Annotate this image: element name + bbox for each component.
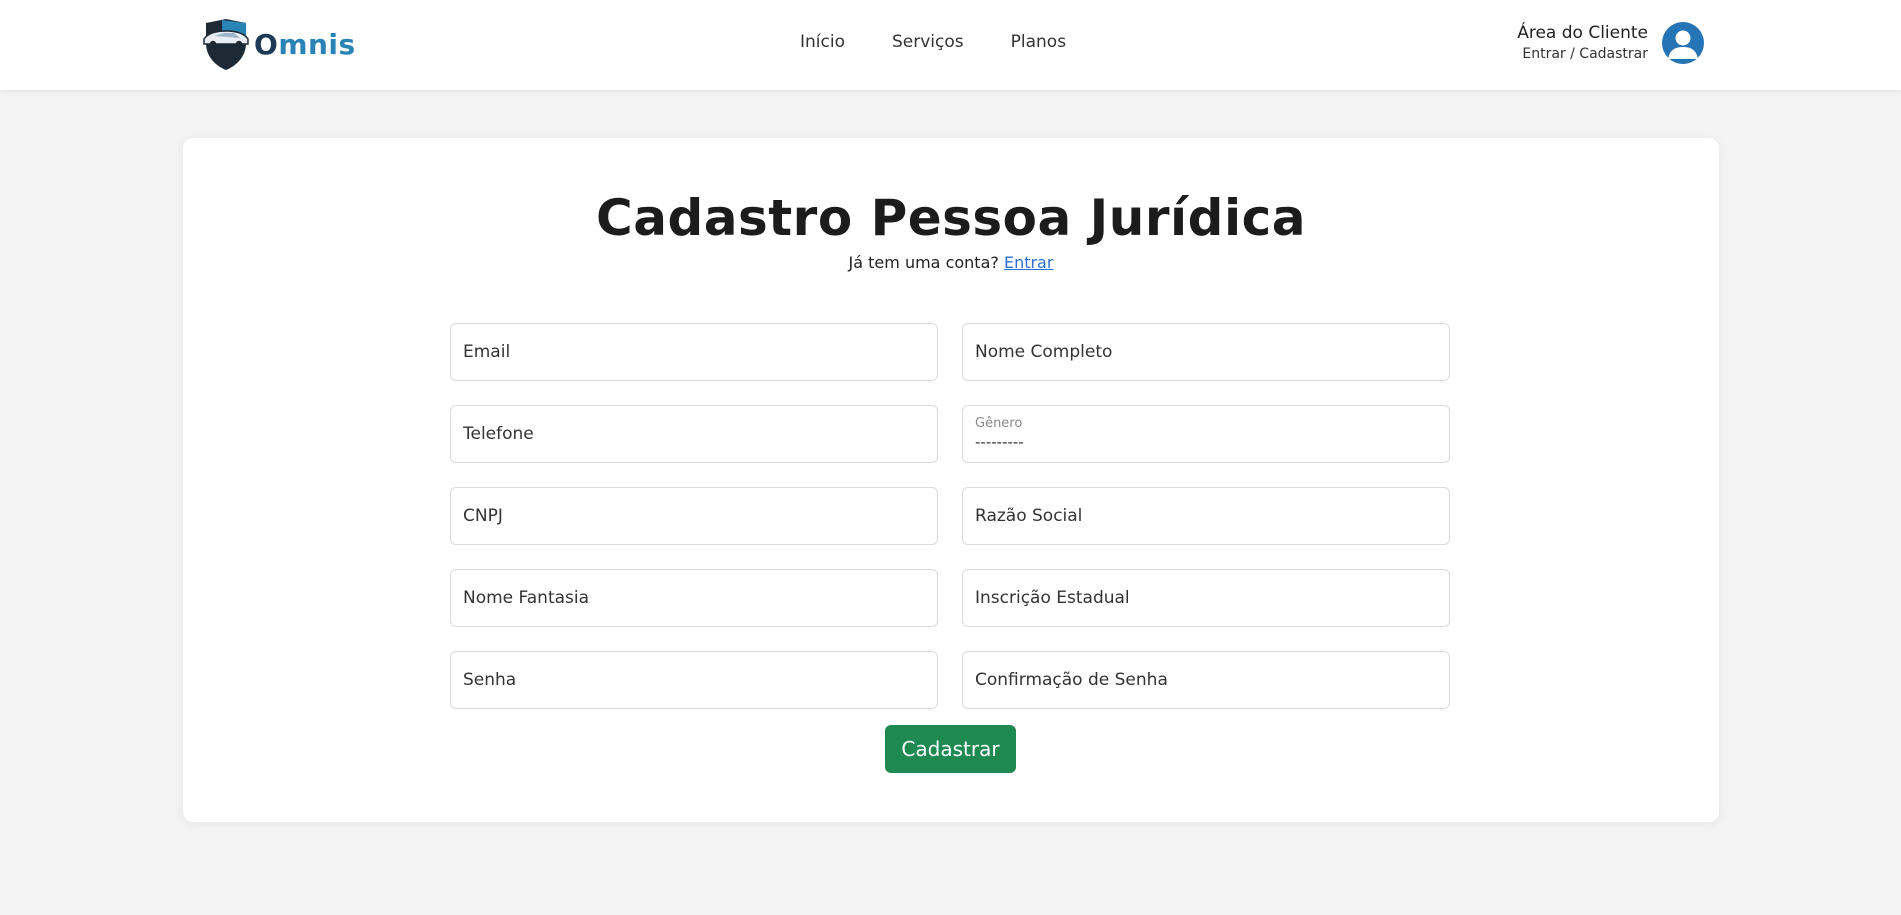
nav-link-planos[interactable]: Planos [1011, 30, 1066, 54]
user-silhouette-icon [1668, 30, 1698, 59]
email-input[interactable] [463, 342, 925, 362]
confirmacao-senha-input[interactable] [975, 670, 1437, 690]
senha-field[interactable] [450, 651, 938, 709]
user-avatar-icon[interactable] [1662, 22, 1704, 64]
login-prompt: Já tem uma conta? Entrar [183, 252, 1719, 274]
registration-card: Cadastro Pessoa Jurídica Já tem uma cont… [183, 138, 1719, 822]
top-navbar: Omnis Início Serviços Planos Área do Cli… [0, 0, 1901, 90]
nav-link-inicio[interactable]: Início [800, 30, 845, 54]
shield-car-logo-icon [203, 19, 249, 70]
page-title: Cadastro Pessoa Jurídica [596, 189, 1306, 247]
inscricao-estadual-field[interactable] [962, 569, 1450, 627]
telefone-field[interactable] [450, 405, 938, 463]
client-area-text: Área do Cliente Entrar / Cadastrar [1517, 23, 1648, 63]
email-field[interactable] [450, 323, 938, 381]
inscricao-estadual-input[interactable] [975, 588, 1437, 608]
client-area-link[interactable]: Área do Cliente Entrar / Cadastrar [1517, 22, 1704, 64]
cnpj-input[interactable] [463, 506, 925, 526]
nome-completo-field[interactable] [962, 323, 1450, 381]
client-area-subtitle: Entrar / Cadastrar [1522, 46, 1648, 62]
cnpj-field[interactable] [450, 487, 938, 545]
nome-completo-input[interactable] [975, 342, 1437, 362]
brand-name: Omnis [254, 27, 356, 61]
login-link[interactable]: Entrar [1004, 253, 1053, 272]
telefone-input[interactable] [463, 424, 925, 444]
senha-input[interactable] [463, 670, 925, 690]
cadastrar-button[interactable]: Cadastrar [885, 725, 1016, 773]
login-prompt-text: Já tem uma conta? [848, 253, 999, 272]
client-area-title: Área do Cliente [1517, 23, 1648, 43]
confirmacao-senha-field[interactable] [962, 651, 1450, 709]
razao-social-field[interactable] [962, 487, 1450, 545]
brand-logo-link[interactable]: Omnis [200, 17, 356, 71]
nome-fantasia-input[interactable] [463, 588, 925, 608]
nome-fantasia-field[interactable] [450, 569, 938, 627]
genero-select[interactable]: Gênero --------- [962, 405, 1450, 463]
genero-label: Gênero [975, 416, 1023, 431]
genero-selected-value: --------- [975, 433, 1024, 451]
nav-link-servicos[interactable]: Serviços [892, 30, 964, 54]
main-nav: Início Serviços Planos [800, 30, 1113, 54]
razao-social-input[interactable] [975, 506, 1437, 526]
